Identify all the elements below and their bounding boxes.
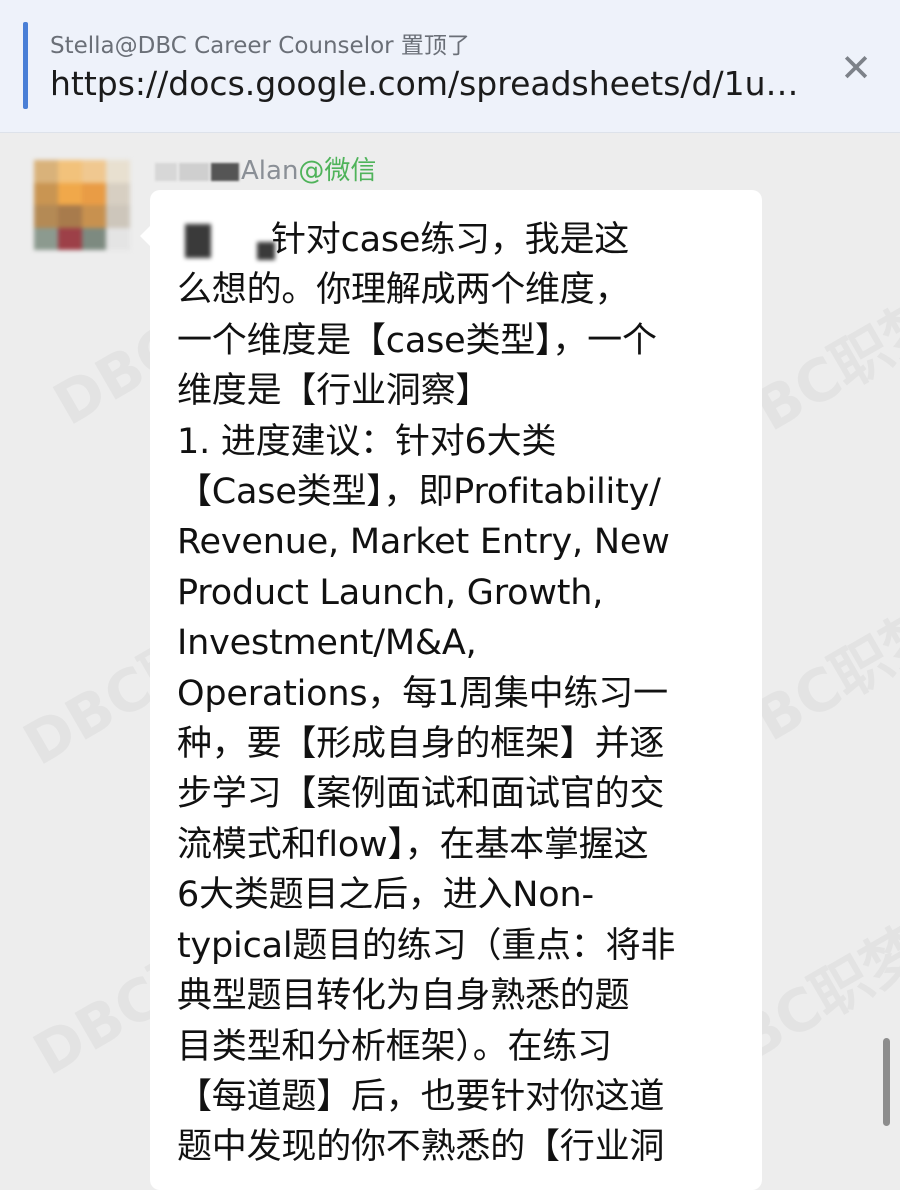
- pinned-accent-bar: [23, 22, 28, 109]
- message-line: 【每道题】后，也要针对你这道: [177, 1076, 665, 1117]
- message-line: Product Launch, Growth,: [177, 572, 604, 613]
- message-line: 维度是【行业洞察】: [177, 371, 491, 412]
- message-line: typical题目的练习（重点：将非: [177, 925, 676, 966]
- message-line: Investment/M&A,: [177, 623, 477, 664]
- message-line: 6大类题目之后，进入Non-: [177, 875, 594, 916]
- message-bubble[interactable]: 针对case练习，我是这 么想的。你理解成两个维度， 一个维度是【case类型】…: [140, 190, 762, 1190]
- redacted-mention: [177, 222, 275, 260]
- sender-line: Alan@微信: [155, 150, 377, 186]
- message-line: 种，要【形成自身的框架】并逐: [177, 724, 665, 765]
- sender-source: @微信: [298, 156, 377, 186]
- message-line: 【Case类型】，即Profitability/: [177, 472, 661, 513]
- redacted-name-block: [211, 162, 239, 181]
- redacted-name-block: [155, 162, 177, 181]
- sender-name: Alan: [241, 156, 299, 186]
- avatar[interactable]: [34, 160, 130, 250]
- message-line: 么想的。你理解成两个维度，: [177, 270, 630, 311]
- message-line: 针对case练习，我是这: [177, 215, 742, 265]
- message-line: 题中发现的你不熟悉的【行业洞: [177, 1127, 665, 1168]
- close-icon[interactable]: ✕: [836, 48, 876, 88]
- pinned-link[interactable]: https://docs.google.com/spreadsheets/d/1…: [50, 64, 820, 103]
- pinned-message-banner[interactable]: Stella@DBC Career Counselor 置顶了 https://…: [0, 0, 900, 133]
- message-text: 针对case练习，我是这 么想的。你理解成两个维度， 一个维度是【case类型】…: [177, 215, 742, 1173]
- pinned-by-label: Stella@DBC Career Counselor 置顶了: [50, 33, 470, 59]
- message-line: 一个维度是【case类型】，一个: [177, 320, 657, 361]
- redacted-name-block: [179, 162, 209, 181]
- scrollbar-thumb[interactable]: [883, 1038, 890, 1126]
- message-line: Revenue, Market Entry, New: [177, 522, 670, 563]
- message-line: 目类型和分析框架）。在练习: [177, 1026, 612, 1067]
- message-line: 步学习【案例面试和面试官的交: [177, 774, 665, 815]
- message-line: Operations，每1周集中练习一: [177, 673, 668, 714]
- message-line: 流模式和flow】，在基本掌握这: [177, 824, 649, 865]
- message-line: 典型题目转化为自身熟悉的题: [177, 976, 630, 1017]
- message-line: 1. 进度建议：针对6大类: [177, 421, 557, 462]
